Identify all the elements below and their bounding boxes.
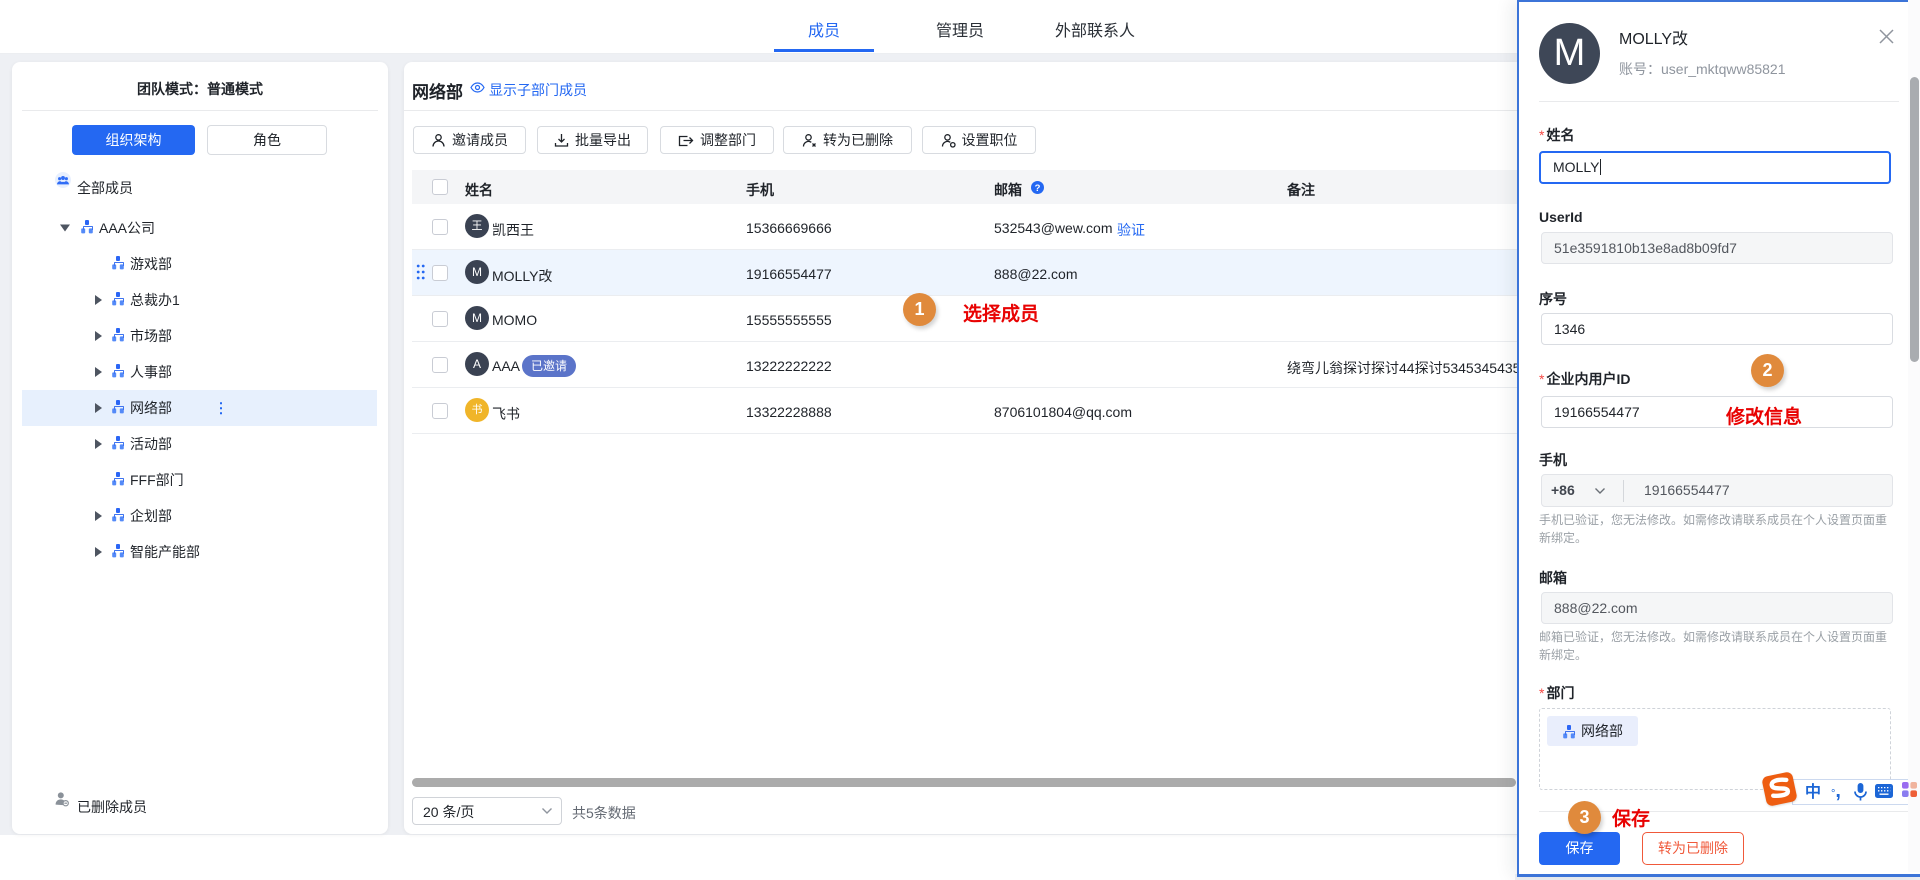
svg-text:?: ? xyxy=(1035,183,1041,194)
